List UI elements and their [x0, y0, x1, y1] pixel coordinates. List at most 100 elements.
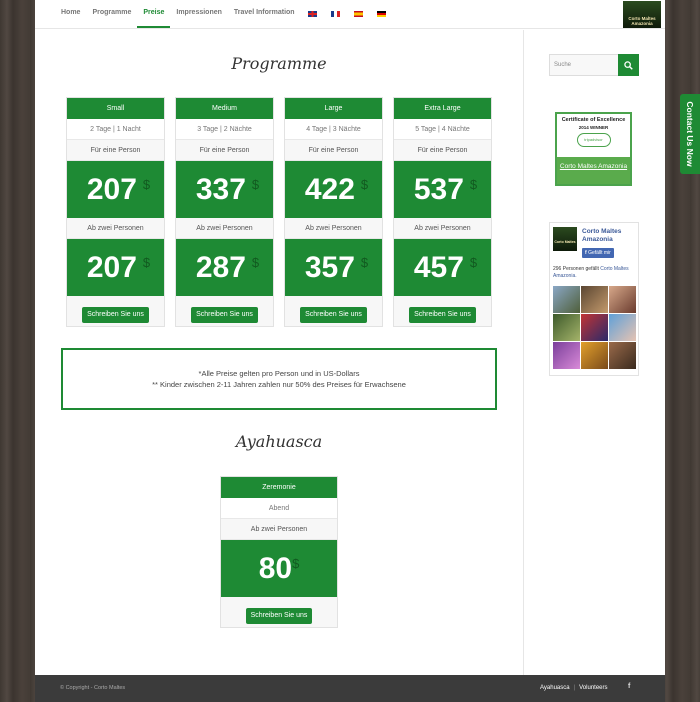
- fb-page-name[interactable]: Corto Maltes Amazonia: [582, 228, 638, 244]
- plan-single-price: 422 $: [285, 161, 382, 218]
- notice-line-2: ** Kinder zwischen 2-11 Jahren zahlen nu…: [152, 380, 406, 389]
- fan-photo[interactable]: [609, 314, 636, 341]
- plan-footer: Schreiben Sie uns: [176, 296, 273, 326]
- plan-double-price: 357 $: [285, 239, 382, 296]
- plan-header: Extra Large: [394, 98, 491, 119]
- plan-duration: 5 Tage | 4 Nächte: [394, 119, 491, 140]
- fan-photo[interactable]: [609, 286, 636, 313]
- plan-double-price: 207 $: [67, 239, 164, 296]
- write-us-button[interactable]: Schreiben Sie uns: [82, 307, 149, 323]
- price-value: 80: [258, 552, 293, 585]
- plan-single-price: 537 $: [394, 161, 491, 218]
- write-us-button[interactable]: Schreiben Sie uns: [409, 307, 476, 323]
- search-box: Suche: [549, 54, 639, 76]
- price-value: 287: [195, 251, 246, 284]
- price-value: 357: [304, 251, 355, 284]
- plan-single-price: 337 $: [176, 161, 273, 218]
- fb-like-button[interactable]: f Gefällt mir: [582, 248, 614, 258]
- plan-card-small: Small 2 Tage | 1 Nacht Für eine Person 207 $…: [66, 97, 165, 327]
- fan-photo[interactable]: [609, 342, 636, 369]
- plan-duration: 3 Tage | 2 Nächte: [176, 119, 273, 140]
- de-flag-icon[interactable]: [376, 11, 386, 17]
- plan-single-label: Für eine Person: [67, 140, 164, 161]
- plan-double-label: Ab zwei Personen: [67, 218, 164, 239]
- nav-home[interactable]: Home: [55, 0, 86, 28]
- price-currency: $: [142, 177, 151, 192]
- tripadvisor-owl-icon: tripadvisor: [576, 133, 611, 147]
- facebook-widget: Corto Maltes Corto Maltes Amazonia f Gef…: [549, 222, 639, 376]
- plan-duration: 4 Tage | 3 Nächte: [285, 119, 382, 140]
- footer-link-volunteers[interactable]: Volunteers: [579, 685, 607, 691]
- plan-price: 80$: [221, 540, 337, 597]
- price-value: 457: [413, 251, 464, 284]
- nav-travel-information[interactable]: Travel Information: [228, 0, 301, 28]
- nav-programme[interactable]: Programme: [86, 0, 137, 28]
- price-notice: *Alle Preise gelten pro Person und in US…: [61, 348, 497, 410]
- price-currency: $: [469, 177, 478, 192]
- programme-title: Programme: [231, 54, 327, 73]
- es-flag-icon[interactable]: [353, 11, 363, 17]
- price-currency: $: [292, 556, 300, 571]
- fan-photo[interactable]: [581, 314, 608, 341]
- plan-header: Small: [67, 98, 164, 119]
- plan-single-label: Für eine Person: [394, 140, 491, 161]
- price-value: 337: [195, 173, 246, 206]
- write-us-button[interactable]: Schreiben Sie uns: [191, 307, 258, 323]
- price-currency: $: [469, 255, 478, 270]
- plan-header: Zeremonie: [221, 477, 337, 498]
- page-container: Home Programme Preise Impressionen Trave…: [35, 0, 665, 702]
- plan-card-medium: Medium 3 Tage | 2 Nächte Für eine Person 33…: [175, 97, 274, 327]
- price-currency: $: [251, 177, 260, 192]
- site-header: Home Programme Preise Impressionen Trave…: [35, 0, 665, 29]
- site-logo[interactable]: Corto Maltes Amazonia: [623, 1, 661, 28]
- fan-photo[interactable]: [553, 342, 580, 369]
- notice-line-1: *Alle Preise gelten pro Person und in US…: [198, 369, 360, 378]
- search-input[interactable]: Suche: [549, 54, 619, 76]
- fb-fan-photos: [553, 286, 637, 369]
- plan-single-label: Für eine Person: [176, 140, 273, 161]
- plan-single-price: 207 $: [67, 161, 164, 218]
- nav-preise[interactable]: Preise: [137, 0, 171, 28]
- plan-card-large: Large 4 Tage | 3 Nächte Für eine Person 422…: [284, 97, 383, 327]
- tripadvisor-badge[interactable]: Certificate of Excellence 2014 WINNER tr…: [555, 112, 632, 186]
- plan-double-price: 287 $: [176, 239, 273, 296]
- fr-flag-icon[interactable]: [330, 11, 340, 17]
- ayahuasca-title: Ayahuasca: [235, 432, 323, 451]
- price-currency: $: [360, 177, 369, 192]
- fb-page-logo[interactable]: Corto Maltes: [553, 227, 577, 251]
- price-currency: $: [360, 255, 369, 270]
- plan-double-label: Ab zwei Personen: [394, 218, 491, 239]
- fan-photo[interactable]: [581, 286, 608, 313]
- plan-footer: Schreiben Sie uns: [394, 296, 491, 326]
- ayahuasca-plan: Zeremonie Abend Ab zwei Personen 80$ Sch…: [220, 476, 338, 628]
- footer-separator: |: [573, 685, 576, 691]
- write-us-button[interactable]: Schreiben Sie uns: [245, 608, 313, 624]
- plan-footer: Schreiben Sie uns: [221, 597, 337, 627]
- nav-impressionen[interactable]: Impressionen: [170, 0, 228, 28]
- fb-logo-text: Corto Maltes: [554, 240, 576, 244]
- write-us-button[interactable]: Schreiben Sie uns: [300, 307, 367, 323]
- search-icon: [624, 61, 633, 70]
- main-content: Programme Small 2 Tage | 1 Nacht Für eine …: [35, 30, 523, 675]
- fan-photo[interactable]: [581, 342, 608, 369]
- price-currency: $: [251, 255, 260, 270]
- search-button[interactable]: [618, 54, 639, 76]
- fb-count-text: 296 Personen gefällt: [553, 266, 599, 272]
- fan-photo[interactable]: [553, 314, 580, 341]
- uk-flag-icon[interactable]: [307, 11, 317, 17]
- ta-business-name[interactable]: Corto Maltes Amazonia: [557, 157, 630, 184]
- contact-us-tab[interactable]: Contact Us Now: [680, 94, 700, 174]
- plan-double-price: 457 $: [394, 239, 491, 296]
- footer-links: Ayahuasca | Volunteers: [540, 685, 608, 691]
- fb-like-label: Gefällt mir: [588, 250, 611, 256]
- facebook-icon[interactable]: f: [628, 683, 630, 690]
- fb-like-count: 296 Personen gefällt Corto Maltes Amazon…: [553, 266, 639, 280]
- fan-photo[interactable]: [553, 286, 580, 313]
- ta-year: 2014 WINNER: [578, 125, 609, 130]
- plan-double-label: Ab zwei Personen: [285, 218, 382, 239]
- plan-card-extra-large: Extra Large 5 Tage | 4 Nächte Für eine Per…: [393, 97, 492, 327]
- plan-single-label: Für eine Person: [285, 140, 382, 161]
- plan-duration: 2 Tage | 1 Nacht: [67, 119, 164, 140]
- plan-footer: Schreiben Sie uns: [285, 296, 382, 326]
- footer-link-ayahuasca[interactable]: Ayahuasca: [540, 685, 570, 691]
